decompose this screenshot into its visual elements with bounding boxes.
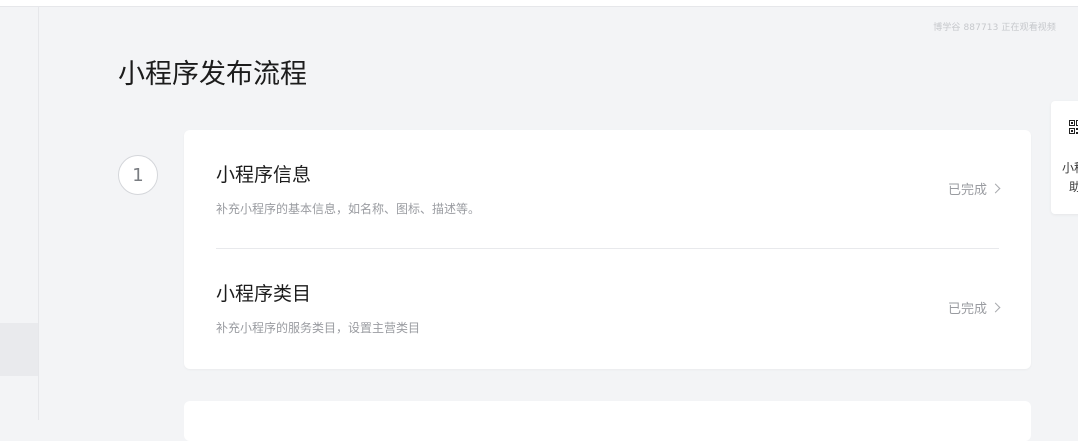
chevron-right-icon <box>991 303 1001 313</box>
step-card: 小程序信息 补充小程序的基本信息，如名称、图标、描述等。 已完成 小程序类目 补… <box>184 130 1031 369</box>
status-label: 已完成 <box>948 298 987 317</box>
step-item-title: 小程序信息 <box>216 160 311 187</box>
sidebar-item-active[interactable] <box>0 323 38 376</box>
floating-assistant-widget[interactable]: 小程 助 <box>1051 101 1078 214</box>
widget-label-line2: 助 <box>1062 178 1078 197</box>
step-item-miniprogram-category[interactable]: 小程序类目 补充小程序的服务类目，设置主营类目 已完成 <box>216 249 999 367</box>
top-bar <box>0 0 1078 7</box>
chevron-right-icon <box>991 184 1001 194</box>
status-link[interactable]: 已完成 <box>948 298 999 317</box>
page-title: 小程序发布流程 <box>118 52 307 91</box>
step-item-miniprogram-info[interactable]: 小程序信息 补充小程序的基本信息，如名称、图标、描述等。 已完成 <box>216 130 999 249</box>
status-link[interactable]: 已完成 <box>948 179 999 198</box>
status-label: 已完成 <box>948 179 987 198</box>
widget-label-line1: 小程 <box>1062 159 1078 178</box>
step-item-description: 补充小程序的基本信息，如名称、图标、描述等。 <box>216 200 480 217</box>
watermark-text: 博学谷 887713 正在观看视频 <box>933 20 1056 33</box>
step-item-title: 小程序类目 <box>216 279 311 306</box>
step-number-badge: 1 <box>118 155 158 195</box>
next-step-card <box>184 401 1031 441</box>
step-item-description: 补充小程序的服务类目，设置主营类目 <box>216 319 420 336</box>
qr-code-icon <box>1069 120 1078 135</box>
widget-label: 小程 助 <box>1062 159 1078 197</box>
